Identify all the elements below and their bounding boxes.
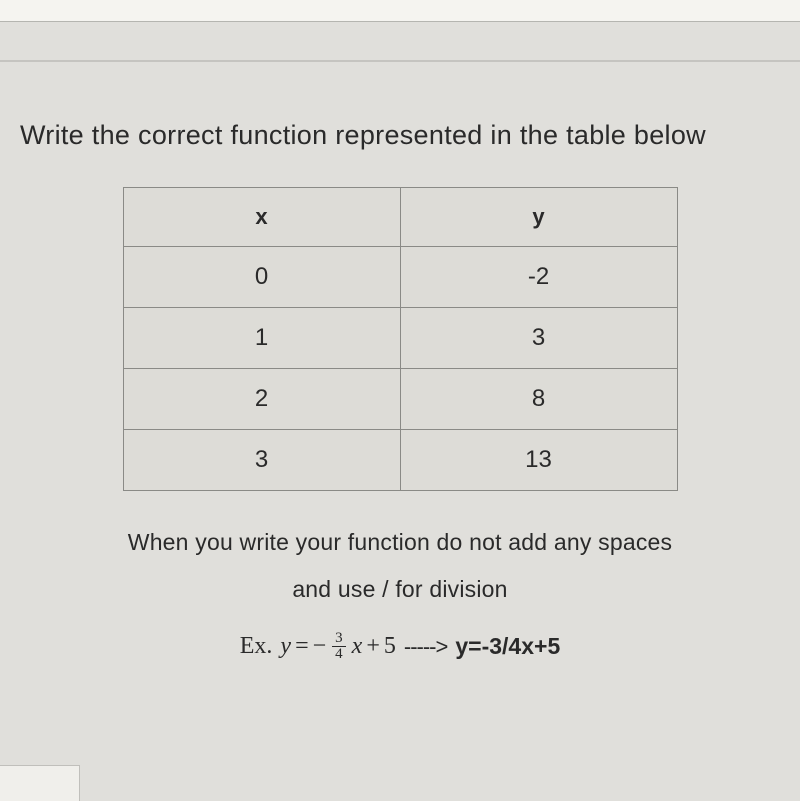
question-title: Write the correct function represented i… (20, 120, 780, 151)
instruction-line-1: When you write your function do not add … (20, 529, 780, 556)
table-cell-y: -2 (400, 247, 677, 308)
math-var-x: x (352, 633, 363, 660)
function-table: x y 0 -2 1 3 2 8 3 13 (123, 187, 678, 491)
math-constant: 5 (384, 633, 396, 660)
table-cell-y: 13 (400, 430, 677, 491)
instruction-line-2: and use / for division (20, 576, 780, 603)
math-fraction: 3 4 (332, 631, 346, 662)
table-cell-x: 1 (123, 308, 400, 369)
table-cell-x: 3 (123, 430, 400, 491)
table-row: 3 13 (123, 430, 677, 491)
example-math-expression: y = − 3 4 x + 5 (280, 631, 395, 662)
table-header-y: y (400, 188, 677, 247)
fraction-denominator: 4 (332, 647, 346, 662)
table-row: 0 -2 (123, 247, 677, 308)
table-cell-y: 8 (400, 369, 677, 430)
table-row: 2 8 (123, 369, 677, 430)
example-line: Ex. y = − 3 4 x + 5 -----> y=-3/4x+5 (20, 631, 780, 662)
math-plus: + (366, 633, 380, 660)
table-cell-x: 0 (123, 247, 400, 308)
arrow-icon: -----> (404, 634, 447, 660)
example-label: Ex. (240, 633, 273, 660)
table-cell-x: 2 (123, 369, 400, 430)
window-top-bar (0, 0, 800, 22)
horizontal-divider (0, 60, 800, 62)
table-row: 1 3 (123, 308, 677, 369)
table-header-row: x y (123, 188, 677, 247)
math-var-y: y (280, 633, 291, 660)
question-content: Write the correct function represented i… (0, 120, 800, 662)
math-negative: − (313, 633, 327, 660)
table-cell-y: 3 (400, 308, 677, 369)
table-header-x: x (123, 188, 400, 247)
math-equals: = (295, 633, 309, 660)
bottom-corner-panel (0, 765, 80, 801)
fraction-numerator: 3 (332, 631, 346, 647)
example-plain-equation: y=-3/4x+5 (455, 633, 560, 660)
